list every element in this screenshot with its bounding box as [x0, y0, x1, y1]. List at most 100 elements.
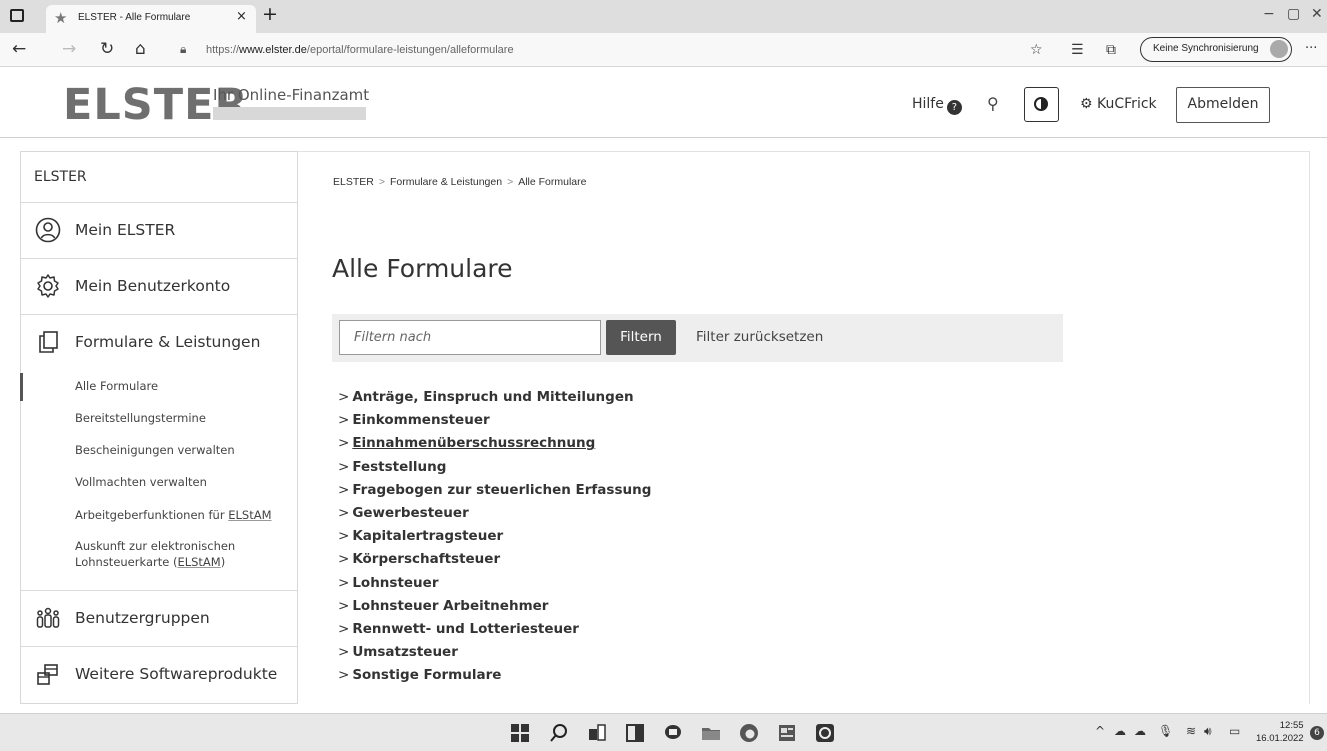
- windows-stack-icon: [37, 664, 58, 685]
- category-feststellung[interactable]: > Feststellung: [338, 459, 651, 482]
- forward-icon[interactable]: →: [62, 39, 76, 59]
- gear-icon: ⚙: [1080, 96, 1098, 112]
- chevron-right-icon: >: [338, 528, 350, 545]
- chevron-right-icon: >: [338, 644, 350, 661]
- sidebar-item-label: Formulare & Leistungen: [75, 333, 261, 351]
- contrast-toggle-button[interactable]: [1024, 87, 1059, 122]
- filter-button[interactable]: Filtern: [606, 320, 676, 355]
- category-lohnsteuer-arbeitnehmer[interactable]: > Lohnsteuer Arbeitnehmer: [338, 598, 651, 621]
- volume-icon[interactable]: 🔊︎: [1204, 724, 1212, 739]
- filter-reset-link[interactable]: Filter zurücksetzen: [696, 329, 823, 345]
- chevron-right-icon: >: [338, 504, 350, 521]
- filter-input[interactable]: [339, 320, 601, 355]
- category-einkommensteuer[interactable]: > Einkommensteuer: [338, 412, 651, 435]
- sidebar-item-benutzergruppen[interactable]: Benutzergruppen: [21, 591, 297, 646]
- chevron-right-icon: >: [338, 389, 350, 405]
- category-kapitalertragsteuer[interactable]: > Kapitalertragsteuer: [338, 528, 651, 551]
- favorites-icon[interactable]: ☰: [1071, 42, 1084, 58]
- category-rennwett[interactable]: > Rennwett- und Lotteriesteuer: [338, 621, 651, 644]
- category-label: Einnahmenüberschussrechnung: [352, 435, 596, 452]
- restore-icon[interactable]: ▢: [1287, 6, 1300, 22]
- new-tab-icon[interactable]: +: [262, 3, 278, 25]
- sidebar-subitem-bereitstellungstermine[interactable]: Bereitstellungstermine: [75, 410, 206, 426]
- chevron-right-icon: >: [338, 412, 350, 429]
- tab-close-icon[interactable]: ×: [236, 9, 247, 24]
- chevron-right-icon: >: [338, 574, 350, 591]
- category-euer[interactable]: > Einnahmenüberschussrechnung: [338, 435, 651, 458]
- battery-icon[interactable]: ▭: [1229, 724, 1240, 738]
- sidebar-subitem-vollmachten[interactable]: Vollmachten verwalten: [75, 474, 207, 490]
- search-icon[interactable]: [549, 723, 569, 743]
- sidebar-title[interactable]: ELSTER: [34, 169, 87, 185]
- chevron-right-icon: >: [338, 458, 350, 475]
- sync-label: Keine Synchronisierung: [1153, 43, 1259, 54]
- breadcrumb-elster[interactable]: ELSTER: [333, 176, 374, 188]
- task-view-icon[interactable]: [587, 723, 607, 743]
- browser-tab[interactable]: ★ ELSTER - Alle Formulare ×: [46, 5, 256, 33]
- home-icon[interactable]: ⌂: [135, 39, 146, 59]
- file-explorer-icon[interactable]: [701, 723, 721, 743]
- sidebar-subitem-alle-formulare[interactable]: Alle Formulare: [75, 378, 158, 394]
- cloud-icon[interactable]: ☁: [1114, 724, 1126, 738]
- sidebar-item-label: Benutzergruppen: [75, 609, 210, 627]
- sidebar-subitem-auskunft[interactable]: Auskunft zur elektronischen Lohnsteuerkar…: [75, 538, 235, 570]
- back-icon[interactable]: ←: [12, 39, 26, 59]
- collections-icon[interactable]: ⧉: [1106, 42, 1116, 58]
- favorite-add-icon[interactable]: ☆: [1030, 42, 1043, 58]
- wifi-icon[interactable]: ≋: [1186, 724, 1196, 738]
- star-favicon-icon: ★: [54, 9, 68, 27]
- window-close-icon[interactable]: ✕: [1311, 6, 1323, 22]
- windows-start-icon[interactable]: [510, 723, 530, 743]
- user-name: KuCFrick: [1097, 96, 1157, 112]
- tab-actions-icon[interactable]: [10, 9, 24, 22]
- category-label: Einkommensteuer: [352, 412, 490, 429]
- logo-subtitle: Ihr Online-Finanzamt: [213, 86, 370, 104]
- breadcrumb-current: Alle Formulare: [518, 176, 587, 188]
- main-content: ELSTER > Formulare & Leistungen > Alle Formu…: [298, 151, 1310, 704]
- notification-badge[interactable]: 6: [1310, 726, 1324, 740]
- category-antraege[interactable]: > Anträge, Einspruch und Mitteilungen: [338, 389, 651, 412]
- category-gewerbesteuer[interactable]: > Gewerbesteuer: [338, 505, 651, 528]
- widgets-icon[interactable]: [625, 723, 645, 743]
- chevron-right-icon: >: [338, 435, 350, 452]
- chevron-up-icon[interactable]: ^: [1095, 724, 1105, 738]
- subitem-text: ): [220, 555, 226, 569]
- breadcrumb-formulare[interactable]: Formulare & Leistungen: [390, 176, 502, 188]
- profile-sync-button[interactable]: Keine Synchronisierung: [1140, 37, 1292, 62]
- sidebar-subitem-arbeitgeberfunktionen[interactable]: Arbeitgeberfunktionen für ELStAM: [75, 507, 272, 523]
- app-icon[interactable]: [777, 723, 797, 743]
- minimize-icon[interactable]: −: [1263, 6, 1275, 22]
- user-settings-link[interactable]: ⚙ KuCFrick: [1080, 96, 1157, 112]
- sidebar-subitem-bescheinigungen[interactable]: Bescheinigungen verwalten: [75, 442, 235, 458]
- gear-icon: [37, 274, 59, 298]
- microphone-icon[interactable]: 🎙︎: [1158, 724, 1173, 738]
- page-title: Alle Formulare: [332, 254, 513, 283]
- edge-browser-icon[interactable]: [739, 723, 759, 743]
- sidebar-item-label: Weitere Softwareprodukte: [75, 665, 278, 683]
- sidebar-item-benutzerkonto[interactable]: Mein Benutzerkonto: [21, 259, 297, 314]
- chat-icon[interactable]: [663, 723, 683, 743]
- category-umsatzsteuer[interactable]: > Umsatzsteuer: [338, 644, 651, 667]
- onedrive-icon[interactable]: ☁: [1134, 724, 1146, 738]
- logout-button[interactable]: Abmelden: [1176, 87, 1270, 123]
- clock-date: 16.01.2022: [1256, 733, 1304, 744]
- elstam-abbr: ELStAM: [228, 508, 272, 522]
- help-link[interactable]: Hilfe?: [912, 96, 962, 115]
- category-label: Anträge, Einspruch und Mitteilungen: [352, 389, 634, 405]
- category-sonstige[interactable]: > Sonstige Formulare: [338, 667, 651, 690]
- more-menu-icon[interactable]: ···: [1305, 41, 1317, 56]
- sidebar-item-formulare[interactable]: Formulare & Leistungen: [21, 315, 297, 370]
- tab-title: ELSTER - Alle Formulare: [78, 12, 191, 23]
- url-field[interactable]: 🔒︎ https://www.elster.de/eportal/formula…: [166, 37, 1261, 63]
- category-koerperschaftsteuer[interactable]: > Körperschaftsteuer: [338, 551, 651, 574]
- sidebar-item-software[interactable]: Weitere Softwareprodukte: [21, 647, 297, 702]
- category-lohnsteuer[interactable]: > Lohnsteuer: [338, 575, 651, 598]
- search-icon[interactable]: ⚲: [987, 94, 999, 113]
- lock-icon[interactable]: 🔒︎: [180, 42, 186, 57]
- refresh-icon[interactable]: ↻: [100, 39, 114, 59]
- system-clock[interactable]: 12:55 16.01.2022: [1256, 719, 1304, 745]
- app-icon[interactable]: [815, 723, 835, 743]
- sidebar-item-mein-elster[interactable]: Mein ELSTER: [21, 203, 297, 258]
- category-fragebogen[interactable]: > Fragebogen zur steuerlichen Erfassung: [338, 482, 651, 505]
- address-bar-row: ← → ↻ ⌂ 🔒︎ https://www.elster.de/eportal…: [0, 33, 1327, 67]
